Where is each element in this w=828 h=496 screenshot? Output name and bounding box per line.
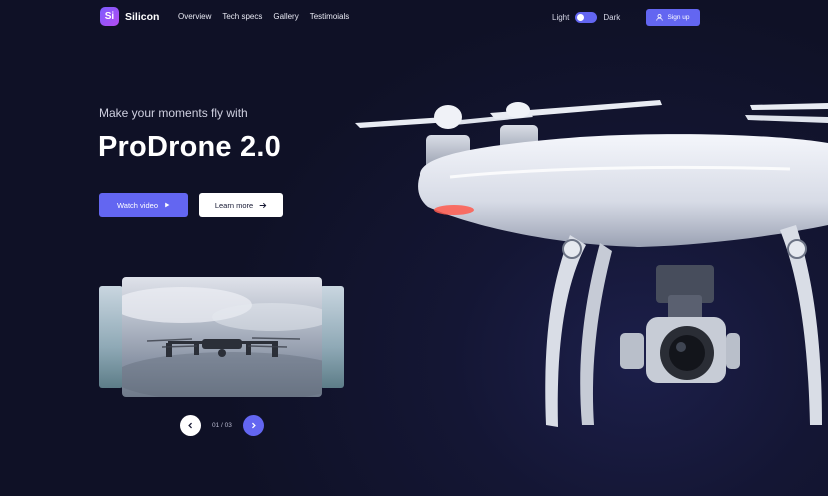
brand-logo[interactable]: Si Silicon	[100, 7, 159, 26]
user-icon	[656, 14, 664, 21]
theme-dark-label: Dark	[603, 13, 621, 22]
hero-title: ProDrone 2.0	[98, 131, 281, 163]
gallery-active-slide[interactable]	[122, 277, 322, 397]
sign-up-label: Sign up	[667, 14, 690, 21]
main-nav: Overview Tech specs Gallery Testimoials	[178, 12, 349, 21]
brand-name: Silicon	[125, 10, 160, 23]
watch-video-button[interactable]: Watch video	[99, 193, 188, 217]
hero-drone-image	[355, 100, 828, 427]
chevron-left-icon	[188, 422, 192, 429]
watch-video-label: Watch video	[117, 200, 158, 210]
nav-overview[interactable]: Overview	[178, 12, 211, 21]
theme-switcher: Light Dark	[552, 12, 620, 23]
slide-counter: 01 / 03	[212, 422, 232, 429]
hero-subtitle: Make your moments fly with	[99, 106, 248, 120]
arrow-right-icon	[259, 202, 267, 208]
sign-up-button[interactable]: Sign up	[646, 9, 700, 26]
chevron-right-icon	[251, 422, 256, 429]
logo-mark: Si	[100, 7, 119, 26]
nav-testimonials[interactable]: Testimoials	[310, 12, 350, 21]
gallery-next-slide[interactable]	[320, 286, 344, 388]
learn-more-label: Learn more	[214, 200, 254, 210]
theme-toggle[interactable]	[575, 12, 598, 23]
gallery-prev-slide[interactable]	[99, 286, 123, 388]
theme-light-label: Light	[552, 13, 570, 22]
learn-more-button[interactable]: Learn more	[199, 193, 283, 217]
flying-drone-image	[122, 287, 322, 397]
play-icon	[165, 202, 170, 208]
nav-gallery[interactable]: Gallery	[273, 12, 298, 21]
gallery-pager: 01 / 03	[180, 415, 264, 436]
next-slide-button[interactable]	[242, 415, 264, 436]
nav-tech-specs[interactable]: Tech specs	[222, 12, 262, 21]
prev-slide-button[interactable]	[180, 415, 201, 436]
